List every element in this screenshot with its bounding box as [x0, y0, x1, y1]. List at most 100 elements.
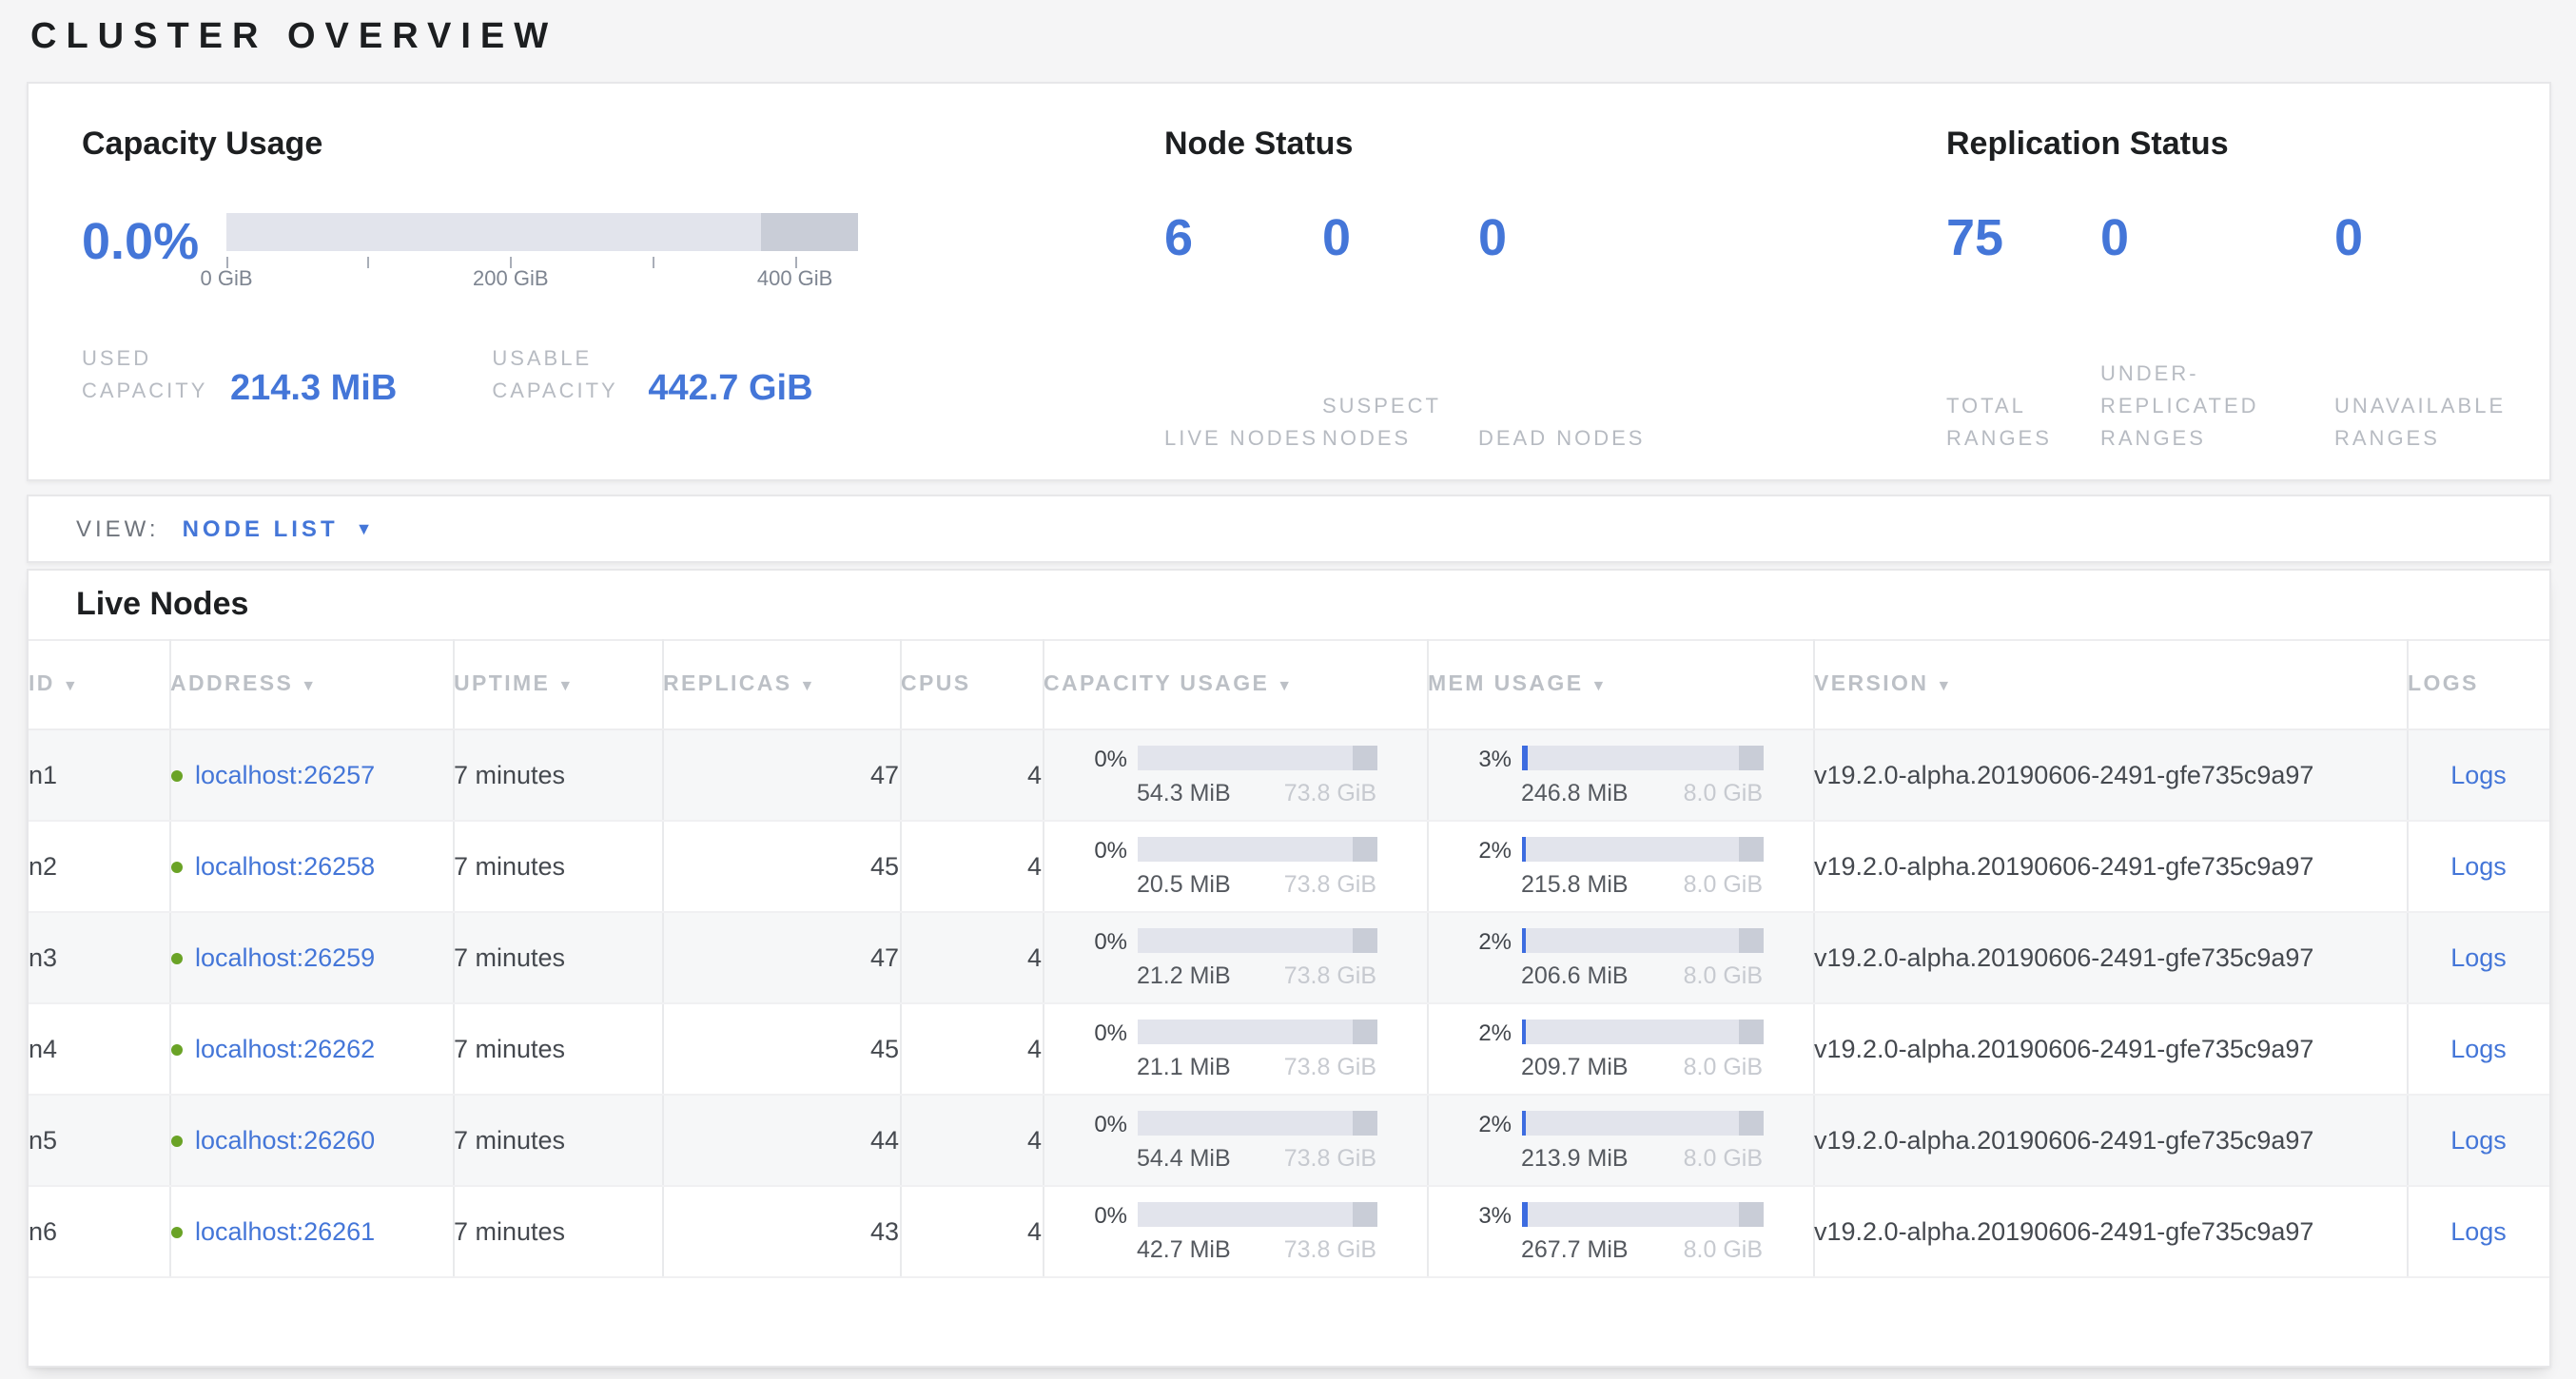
cell-capacity: 0%42.7 MiB73.8 GiB	[1043, 1186, 1427, 1277]
logs-link[interactable]: Logs	[2450, 1217, 2507, 1246]
sort-caret-icon: ▼	[301, 677, 318, 694]
sort-caret-icon: ▼	[63, 677, 80, 694]
column-header-cpus: CPUS	[900, 640, 1043, 729]
mem-usage-bar-fill	[1521, 837, 1526, 862]
mem-usage-percent: 3%	[1462, 1201, 1512, 1228]
cell-logs: Logs	[2407, 729, 2549, 821]
node-status-value: 6	[1164, 213, 1322, 264]
cell-replicas: 43	[662, 1186, 900, 1277]
view-mode-selected-value: NODE LIST	[183, 515, 339, 542]
mem-usage-bar	[1521, 928, 1763, 953]
cell-uptime: 7 minutes	[453, 1003, 662, 1095]
cell-mem: 2%213.9 MiB8.0 GiB	[1427, 1095, 1813, 1186]
logs-link[interactable]: Logs	[2450, 1126, 2507, 1155]
cell-version: v19.2.0-alpha.20190606-2491-gfe735c9a97	[1813, 1186, 2407, 1277]
sort-caret-icon: ▼	[1277, 677, 1294, 694]
view-mode-dropdown[interactable]: NODE LIST ▼	[183, 515, 373, 542]
replication-status-item: 0UNAVAILABLE RANGES	[2334, 213, 2544, 456]
cell-address: localhost:26262	[169, 1003, 453, 1095]
cell-address: localhost:26258	[169, 821, 453, 912]
capacity-usage-bar	[1137, 837, 1376, 862]
column-header-logs: LOGS	[2407, 640, 2549, 729]
mem-usage-bar-reserved-segment	[1739, 1202, 1763, 1227]
capacity-usage: 0%42.7 MiB73.8 GiB	[1044, 1201, 1426, 1262]
cell-version: v19.2.0-alpha.20190606-2491-gfe735c9a97	[1813, 729, 2407, 821]
mem-usage-used-value: 215.8 MiB	[1521, 870, 1629, 897]
live-nodes-title: Live Nodes	[29, 571, 2549, 639]
cell-id: n5	[29, 1095, 169, 1186]
mem-usage-bar-reserved-segment	[1739, 1111, 1763, 1136]
address-link[interactable]: localhost:26262	[195, 1035, 375, 1063]
mem-usage-percent: 2%	[1462, 836, 1512, 863]
logs-link[interactable]: Logs	[2450, 761, 2507, 789]
column-header-uptime[interactable]: UPTIME▼	[453, 640, 662, 729]
live-nodes-table: ID▼ADDRESS▼UPTIME▼REPLICAS▼CPUSCAPACITY …	[29, 639, 2549, 1278]
cell-cpus: 4	[900, 729, 1043, 821]
column-header-label: ID	[29, 673, 55, 696]
capacity-usage-percent: 0%	[1078, 1019, 1127, 1045]
node-live-dot-icon	[170, 1044, 182, 1056]
column-header-capacity[interactable]: CAPACITY USAGE▼	[1043, 640, 1427, 729]
capacity-usage-section: Capacity Usage 0.0% 0 GiB200 GiB400 GiB …	[82, 122, 1164, 479]
node-live-dot-icon	[170, 862, 182, 873]
cell-uptime: 7 minutes	[453, 1186, 662, 1277]
cell-uptime: 7 minutes	[453, 912, 662, 1003]
address-link[interactable]: localhost:26258	[195, 852, 375, 881]
capacity-usage-bar-reserved-segment	[1353, 1020, 1376, 1044]
mem-usage-bar-reserved-segment	[1739, 1020, 1763, 1044]
mem-usage-total-value: 8.0 GiB	[1684, 1144, 1763, 1171]
column-header-mem[interactable]: MEM USAGE▼	[1427, 640, 1813, 729]
capacity-bar-reserved-segment	[760, 213, 858, 251]
axis-tick-label: 400 GiB	[757, 268, 833, 291]
column-header-label: REPLICAS	[663, 673, 792, 696]
sort-caret-icon: ▼	[557, 677, 575, 694]
cell-replicas: 47	[662, 729, 900, 821]
cell-replicas: 45	[662, 1003, 900, 1095]
table-header-row: ID▼ADDRESS▼UPTIME▼REPLICAS▼CPUSCAPACITY …	[29, 640, 2549, 729]
column-header-label: ADDRESS	[170, 673, 293, 696]
capacity-usage-used-value: 21.2 MiB	[1137, 961, 1231, 988]
mem-usage-total-value: 8.0 GiB	[1684, 961, 1763, 988]
cell-cpus: 4	[900, 1186, 1043, 1277]
mem-usage-percent: 2%	[1462, 1019, 1512, 1045]
cell-mem: 3%267.7 MiB8.0 GiB	[1427, 1186, 1813, 1277]
axis-tick-label: 200 GiB	[473, 268, 549, 291]
logs-link[interactable]: Logs	[2450, 943, 2507, 972]
address-link[interactable]: localhost:26259	[195, 943, 375, 972]
table-row: n4localhost:262627 minutes4540%21.1 MiB7…	[29, 1003, 2549, 1095]
address-link[interactable]: localhost:26257	[195, 761, 375, 789]
address-link[interactable]: localhost:26261	[195, 1217, 375, 1246]
capacity-usage-bar	[1137, 1111, 1376, 1136]
capacity-usage-bar-reserved-segment	[1353, 746, 1376, 770]
column-header-version[interactable]: VERSION▼	[1813, 640, 2407, 729]
logs-link[interactable]: Logs	[2450, 1035, 2507, 1063]
column-header-label: LOGS	[2408, 673, 2479, 696]
cell-version: v19.2.0-alpha.20190606-2491-gfe735c9a97	[1813, 1003, 2407, 1095]
column-header-replicas[interactable]: REPLICAS▼	[662, 640, 900, 729]
cell-logs: Logs	[2407, 912, 2549, 1003]
cell-mem: 2%206.6 MiB8.0 GiB	[1427, 912, 1813, 1003]
column-header-address[interactable]: ADDRESS ▼	[169, 640, 453, 729]
capacity-bar	[226, 213, 858, 251]
mem-usage-bar-reserved-segment	[1739, 837, 1763, 862]
node-status-item: 0SUSPECT NODES	[1322, 213, 1478, 456]
capacity-usage-bar	[1137, 746, 1376, 770]
capacity-usage-total-value: 73.8 GiB	[1284, 1144, 1376, 1171]
node-live-dot-icon	[170, 953, 182, 964]
cell-version: v19.2.0-alpha.20190606-2491-gfe735c9a97	[1813, 821, 2407, 912]
capacity-usage-bar-reserved-segment	[1353, 928, 1376, 953]
mem-usage-used-value: 209.7 MiB	[1521, 1053, 1629, 1079]
view-bar: VIEW: NODE LIST ▼	[27, 495, 2551, 563]
address-link[interactable]: localhost:26260	[195, 1126, 375, 1155]
capacity-usage-percent: 0%	[1078, 745, 1127, 771]
capacity-usage: 0%54.4 MiB73.8 GiB	[1044, 1110, 1426, 1171]
column-header-id[interactable]: ID ▼	[29, 640, 169, 729]
mem-usage-bar	[1521, 1020, 1763, 1044]
cell-address: localhost:26260	[169, 1095, 453, 1186]
capacity-usage-percent: 0%	[1078, 1110, 1127, 1136]
axis-tick	[511, 257, 513, 268]
cell-logs: Logs	[2407, 821, 2549, 912]
mem-usage: 3%267.7 MiB8.0 GiB	[1428, 1201, 1812, 1262]
cell-capacity: 0%54.3 MiB73.8 GiB	[1043, 729, 1427, 821]
logs-link[interactable]: Logs	[2450, 852, 2507, 881]
